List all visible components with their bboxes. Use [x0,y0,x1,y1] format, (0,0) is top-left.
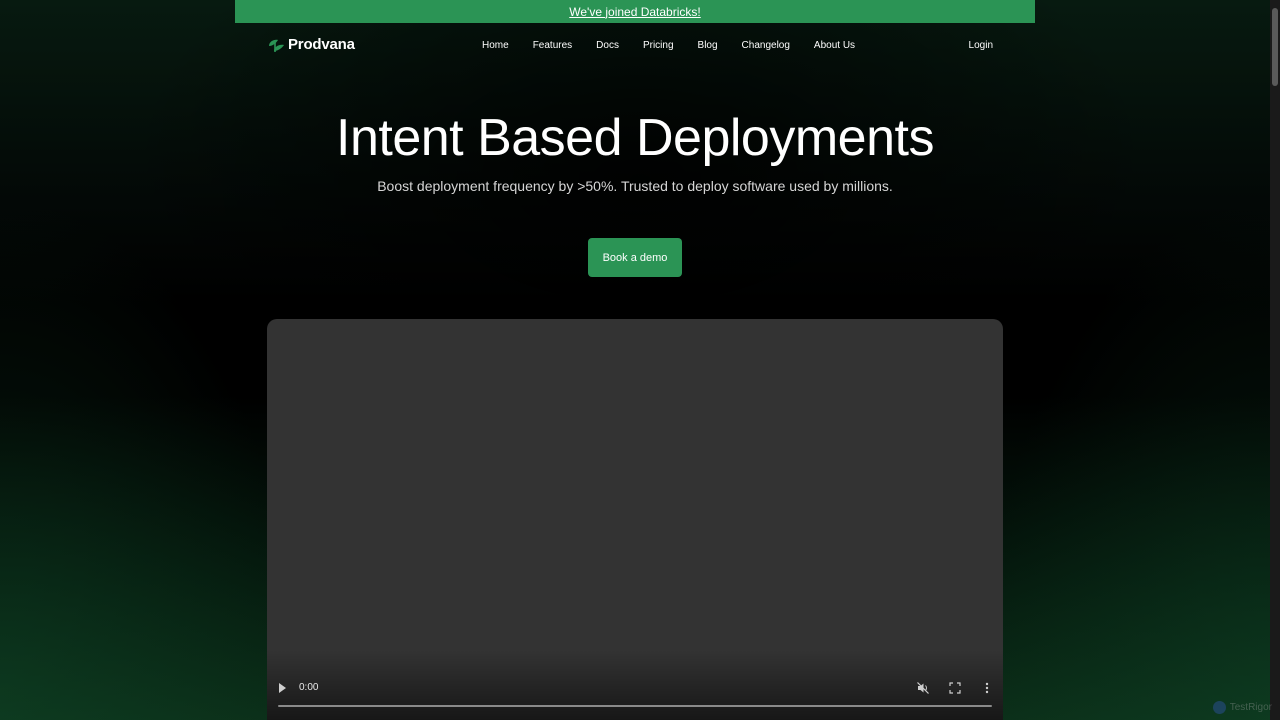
more-options-icon[interactable] [980,681,994,695]
brand-name: Prodvana [288,36,355,53]
mute-icon[interactable] [916,681,930,695]
nav-links: Home Features Docs Pricing Blog Changelo… [482,40,879,51]
fullscreen-icon[interactable] [948,681,962,695]
testing-badge: TestRigor [1212,701,1272,714]
brand-logo[interactable]: Prodvana [267,36,355,53]
hero-title: Intent Based Deployments [336,109,934,167]
play-icon[interactable] [279,683,286,693]
hero-subtitle: Boost deployment frequency by >50%. Trus… [377,178,893,194]
page-scrollbar[interactable] [1270,0,1280,720]
badge-text: TestRigor [1229,702,1272,713]
nav-item-pricing[interactable]: Pricing [643,40,674,51]
announcement-bar: We've joined Databricks! [235,0,1035,23]
video-controls: 0:00 [267,679,1003,699]
nav-item-changelog[interactable]: Changelog [742,40,790,51]
video-progress-bar[interactable] [278,705,992,707]
top-nav: Prodvana Home Features Docs Pricing Blog… [267,36,1003,58]
badge-logo-icon [1212,701,1226,714]
book-demo-button[interactable]: Book a demo [588,238,682,277]
nav-item-about-us[interactable]: About Us [814,40,855,51]
video-time: 0:00 [299,682,319,693]
nav-item-blog[interactable]: Blog [698,40,718,51]
announcement-link[interactable]: We've joined Databricks! [569,5,700,19]
prodvana-leaf-icon [269,39,284,52]
login-link[interactable]: Login [969,40,993,51]
nav-item-features[interactable]: Features [533,40,572,51]
nav-item-docs[interactable]: Docs [596,40,619,51]
scrollbar-thumb[interactable] [1272,8,1278,86]
nav-item-home[interactable]: Home [482,40,509,51]
page: We've joined Databricks! Prodvana Home F… [0,0,1280,720]
video-player[interactable]: 0:00 [267,319,1003,720]
